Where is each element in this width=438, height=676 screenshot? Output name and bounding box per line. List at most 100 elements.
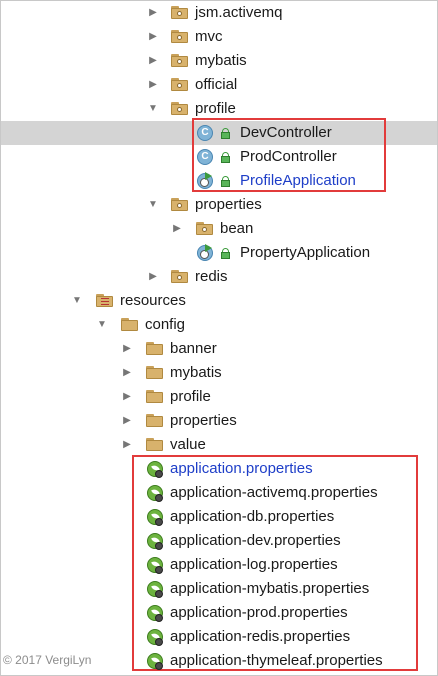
expand-arrow-icon[interactable]: ▶	[121, 361, 133, 385]
tree-node-mvc[interactable]: ▶ mvc	[1, 25, 437, 49]
tree-node-bean[interactable]: ▶ bean	[1, 217, 437, 241]
tree-node-banner[interactable]: ▶ banner	[1, 337, 437, 361]
package-folder-icon	[171, 102, 189, 116]
tree-node-label: value	[170, 436, 206, 453]
spring-properties-icon	[147, 533, 163, 550]
tree-node-label: ProdController	[240, 148, 337, 165]
tree-node-config-properties[interactable]: ▶ properties	[1, 409, 437, 433]
spring-properties-icon	[147, 485, 163, 502]
tree-node-label: mvc	[195, 28, 223, 45]
package-folder-icon	[171, 198, 189, 212]
folder-icon	[146, 390, 164, 404]
resources-folder-icon	[96, 294, 114, 308]
tree-node-value[interactable]: ▶ value	[1, 433, 437, 457]
spring-properties-icon	[147, 557, 163, 574]
tree-node-devcontroller[interactable]: C DevController	[1, 121, 437, 145]
tree-node-label: properties	[195, 196, 262, 213]
spring-properties-icon	[147, 509, 163, 526]
expand-arrow-icon[interactable]: ▶	[147, 25, 159, 49]
tree-node-label: application-db.properties	[170, 508, 335, 525]
tree-node-label: resources	[120, 292, 186, 309]
tree-node-redis[interactable]: ▶ redis	[1, 265, 437, 289]
tree-node-mybatis[interactable]: ▶ mybatis	[1, 49, 437, 73]
tree-node-label: banner	[170, 340, 217, 357]
tree-node-application-redis-properties[interactable]: application-redis.properties	[1, 625, 437, 649]
collapse-arrow-icon[interactable]: ▼	[96, 313, 108, 337]
expand-arrow-icon[interactable]: ▶	[147, 265, 159, 289]
spring-properties-icon	[147, 461, 163, 478]
tree-node-label: profile	[170, 388, 211, 405]
tree-node-application-properties[interactable]: application.properties	[1, 457, 437, 481]
tree-node-label: application-log.properties	[170, 556, 338, 573]
tree-node-profile[interactable]: ▼ profile	[1, 97, 437, 121]
tree-node-application-mybatis-properties[interactable]: application-mybatis.properties	[1, 577, 437, 601]
folder-icon	[146, 414, 164, 428]
collapse-arrow-icon[interactable]: ▼	[147, 193, 159, 217]
tree-node-label: application-dev.properties	[170, 532, 341, 549]
tree-node-application-log-properties[interactable]: application-log.properties	[1, 553, 437, 577]
tree-node-prodcontroller[interactable]: C ProdController	[1, 145, 437, 169]
spring-properties-icon	[147, 581, 163, 598]
spring-properties-icon	[147, 629, 163, 646]
tree-node-label: application-prod.properties	[170, 604, 348, 621]
expand-arrow-icon[interactable]: ▶	[147, 1, 159, 25]
tree-node-profileapplication[interactable]: ProfileApplication	[1, 169, 437, 193]
package-folder-icon	[171, 6, 189, 20]
lock-icon	[221, 248, 230, 259]
spring-properties-icon	[147, 605, 163, 622]
tree-node-label: official	[195, 76, 238, 93]
lock-icon	[221, 176, 230, 187]
expand-arrow-icon[interactable]: ▶	[147, 73, 159, 97]
tree-node-application-db-properties[interactable]: application-db.properties	[1, 505, 437, 529]
tree-node-label: mybatis	[195, 52, 247, 69]
collapse-arrow-icon[interactable]: ▼	[71, 289, 83, 313]
expand-arrow-icon[interactable]: ▶	[121, 385, 133, 409]
tree-node-resources[interactable]: ▼ resources	[1, 289, 437, 313]
tree-node-official[interactable]: ▶ official	[1, 73, 437, 97]
tree-node-label: jsm.activemq	[195, 4, 283, 21]
package-folder-icon	[171, 30, 189, 44]
tree-node-label: PropertyApplication	[240, 244, 371, 261]
tree-node-label: redis	[195, 268, 228, 285]
expand-arrow-icon[interactable]: ▶	[121, 433, 133, 457]
tree-node-application-activemq-properties[interactable]: application-activemq.properties	[1, 481, 437, 505]
lock-icon	[221, 128, 230, 139]
tree-node-label: ProfileApplication	[240, 172, 356, 189]
tree-node-propertyapplication[interactable]: PropertyApplication	[1, 241, 437, 265]
tree-node-config[interactable]: ▼ config	[1, 313, 437, 337]
package-folder-icon	[171, 78, 189, 92]
lock-icon	[221, 152, 230, 163]
tree-node-application-prod-properties[interactable]: application-prod.properties	[1, 601, 437, 625]
expand-arrow-icon[interactable]: ▶	[147, 49, 159, 73]
tree-node-label: application-mybatis.properties	[170, 580, 370, 597]
tree-node-properties[interactable]: ▼ properties	[1, 193, 437, 217]
tree-node-config-profile[interactable]: ▶ profile	[1, 385, 437, 409]
spring-properties-icon	[147, 653, 163, 670]
tree-node-config-mybatis[interactable]: ▶ mybatis	[1, 361, 437, 385]
package-folder-icon	[171, 54, 189, 68]
folder-icon	[146, 342, 164, 356]
watermark: © 2017 VergiLyn	[3, 653, 92, 667]
package-folder-icon	[196, 222, 214, 236]
expand-arrow-icon[interactable]: ▶	[171, 217, 183, 241]
folder-icon	[121, 318, 139, 332]
tree-node-label: bean	[220, 220, 254, 237]
folder-icon	[146, 438, 164, 452]
tree-node-label: application-thymeleaf.properties	[170, 652, 383, 669]
tree-node-label: config	[145, 316, 186, 333]
tree-node-label: application-redis.properties	[170, 628, 351, 645]
spring-app-icon	[197, 244, 215, 262]
tree-node-jsm-activemq[interactable]: ▶ jsm.activemq	[1, 1, 437, 25]
spring-app-icon	[197, 172, 215, 190]
tree-node-label: profile	[195, 100, 236, 117]
tree-node-label: properties	[170, 412, 237, 429]
collapse-arrow-icon[interactable]: ▼	[147, 97, 159, 121]
expand-arrow-icon[interactable]: ▶	[121, 409, 133, 433]
tree-node-application-dev-properties[interactable]: application-dev.properties	[1, 529, 437, 553]
project-tree-panel: ▶ jsm.activemq ▶ mvc ▶ mybatis ▶ officia…	[0, 0, 438, 676]
expand-arrow-icon[interactable]: ▶	[121, 337, 133, 361]
folder-icon	[146, 366, 164, 380]
class-icon: C	[197, 125, 213, 141]
class-icon: C	[197, 149, 213, 165]
tree-node-label: application-activemq.properties	[170, 484, 378, 501]
